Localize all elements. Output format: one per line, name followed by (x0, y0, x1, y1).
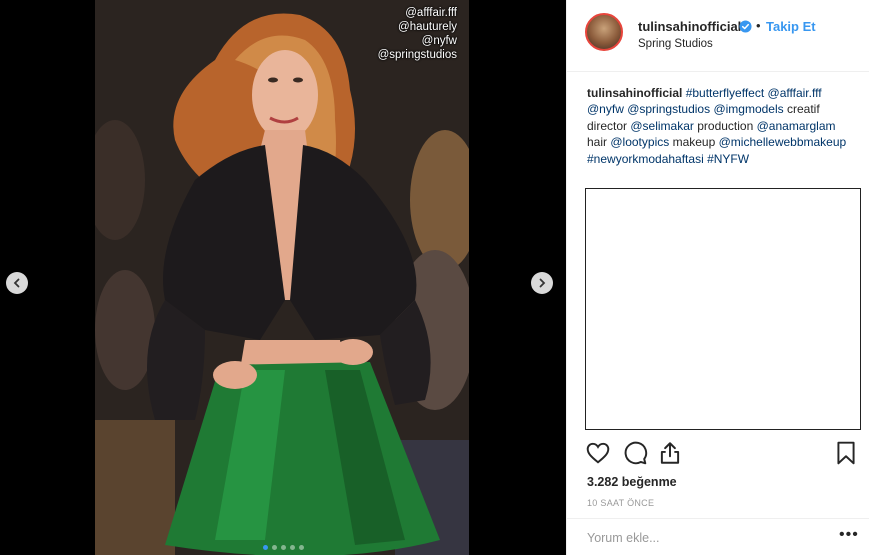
comment-icon (624, 441, 648, 465)
separator-dot: • (756, 18, 761, 33)
comment-button[interactable] (622, 440, 648, 466)
post-media: @afffair.fff @hauturely @nyfw @springstu… (0, 0, 566, 555)
caption-link[interactable]: @selimakar (630, 119, 694, 133)
comment-input[interactable] (585, 527, 819, 549)
photo-tag-overlay: @afffair.fff @hauturely @nyfw @springstu… (378, 6, 457, 62)
runway-photo-illustration (95, 0, 469, 555)
caption-text: makeup (672, 135, 716, 150)
caption-link[interactable]: #newyorkmodahaftasi (587, 152, 704, 166)
post-header: tulinsahinofficial • Takip Et Spring Stu… (567, 0, 869, 72)
action-bar (585, 440, 857, 468)
comment-bar: ••• (567, 518, 869, 555)
more-options-button[interactable]: ••• (839, 527, 859, 543)
caption-link[interactable]: #butterflyeffect (686, 86, 765, 100)
photo-tag: @nyfw (421, 35, 457, 47)
slide-dot (262, 545, 268, 550)
username-link[interactable]: tulinsahinofficial (638, 19, 741, 34)
post-caption: tulinsahinofficial #butterflyeffect @aff… (587, 85, 857, 167)
follow-button[interactable]: Takip Et (766, 19, 816, 34)
slide-indicator (0, 545, 566, 550)
caption-link[interactable]: #NYFW (707, 152, 749, 166)
previous-slide-button[interactable] (6, 272, 28, 294)
slide-dot (289, 545, 295, 550)
chevron-left-icon (13, 278, 20, 288)
photo-tag: @afffair.fff (405, 7, 457, 19)
location-link[interactable]: Spring Studios (638, 38, 713, 50)
heart-icon (586, 442, 610, 464)
caption-text: hair (587, 135, 608, 150)
caption-link[interactable]: @anamarglam (757, 119, 836, 133)
verified-badge-icon (739, 20, 752, 33)
next-slide-button[interactable] (531, 272, 553, 294)
slide-dot (280, 545, 286, 550)
share-icon (660, 442, 680, 464)
caption-link[interactable]: @nyfw (587, 102, 624, 116)
like-count[interactable]: 3.282 beğenme (587, 475, 677, 489)
share-button[interactable] (657, 440, 683, 466)
like-button[interactable] (585, 440, 611, 466)
avatar[interactable] (585, 13, 623, 51)
slide-dot (298, 545, 304, 550)
bookmark-icon (837, 441, 855, 465)
caption-link[interactable]: @afffair.fff (768, 86, 822, 100)
slide-dot (271, 545, 277, 550)
post-timestamp: 10 SAAT ÖNCE (587, 498, 655, 508)
photo-tag: @springstudios (377, 49, 457, 61)
post-photo[interactable]: @afffair.fff @hauturely @nyfw @springstu… (95, 0, 469, 555)
save-button[interactable] (833, 440, 859, 466)
caption-link[interactable]: @imgmodels (713, 102, 783, 116)
caption-link[interactable]: @lootypics (610, 135, 669, 149)
embedded-content-frame (585, 188, 861, 430)
caption-link[interactable]: @springstudios (627, 102, 710, 116)
caption-link[interactable]: @michellewebbmakeup (719, 135, 847, 149)
chevron-right-icon (539, 278, 546, 288)
caption-text: production (697, 118, 754, 133)
post-sidebar: tulinsahinofficial • Takip Et Spring Stu… (566, 0, 869, 555)
photo-tag: @hauturely (398, 21, 457, 33)
caption-username[interactable]: tulinsahinofficial (587, 86, 682, 100)
